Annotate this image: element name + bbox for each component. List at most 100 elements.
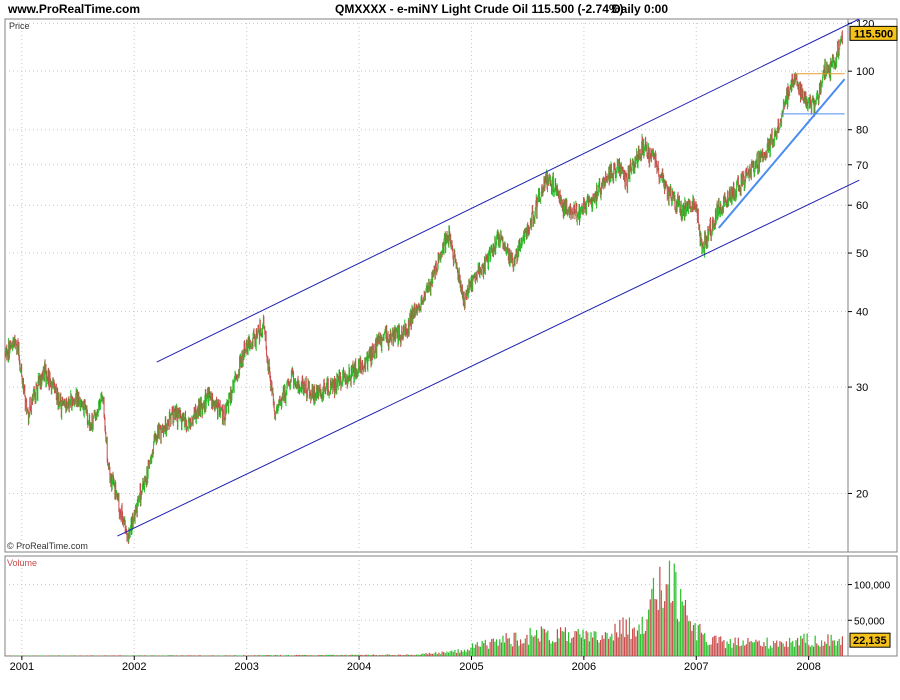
- volume-bar: [438, 652, 440, 656]
- volume-bar: [260, 655, 262, 656]
- volume-bar: [561, 630, 563, 656]
- volume-bar: [788, 637, 791, 656]
- volume-bar: [258, 655, 261, 656]
- volume-bar: [351, 654, 354, 656]
- volume-bar: [577, 628, 579, 656]
- volume-bar: [371, 654, 373, 656]
- volume-bar: [769, 645, 771, 656]
- volume-bar: [274, 654, 277, 656]
- volume-bar: [822, 645, 824, 656]
- volume-bar: [395, 655, 397, 656]
- volume-bar: [270, 655, 272, 656]
- volume-bar: [409, 655, 411, 656]
- volume-bar: [150, 655, 152, 656]
- volume-bar: [747, 637, 749, 656]
- volume-bar: [532, 636, 534, 656]
- volume-bar: [760, 645, 762, 656]
- volume-bar: [806, 633, 808, 656]
- volume-bar: [684, 599, 687, 656]
- volume-bar: [518, 645, 520, 656]
- volume-bar: [225, 655, 227, 656]
- volume-bar: [126, 655, 128, 656]
- volume-bar: [337, 654, 339, 656]
- volume-bar: [740, 645, 743, 656]
- volume-bar: [792, 640, 794, 656]
- volume-bar: [704, 633, 706, 656]
- volume-bar: [468, 650, 470, 656]
- volume-bar: [675, 571, 677, 656]
- volume-bar: [302, 654, 304, 656]
- volume-bar: [694, 623, 696, 656]
- volume-bar: [732, 643, 735, 656]
- volume-bar: [729, 638, 731, 656]
- volume-bar: [369, 655, 371, 656]
- volume-bar: [499, 639, 501, 656]
- volume-bar: [535, 630, 538, 656]
- price-panel[interactable]: 20304050607080100120Price© ProRealTime.c…: [4, 18, 898, 553]
- volume-bar: [457, 649, 459, 656]
- volume-bar: [795, 640, 797, 656]
- x-tick-label: 2007: [684, 661, 708, 673]
- volume-bar: [103, 655, 105, 656]
- volume-bar: [233, 655, 235, 656]
- volume-bar: [580, 637, 582, 656]
- volume-bar: [143, 655, 145, 656]
- volume-panel[interactable]: 50,000 100,000 Volume 22,135: [4, 555, 898, 657]
- volume-bar: [777, 646, 779, 656]
- volume-bar: [441, 651, 443, 656]
- volume-bar: [686, 615, 688, 656]
- volume-bar: [836, 641, 839, 656]
- volume-bar: [627, 634, 629, 656]
- volume-bar: [431, 653, 434, 656]
- volume-bar: [234, 655, 237, 656]
- volume-bar: [175, 655, 177, 656]
- volume-bar: [334, 655, 336, 656]
- volume-bar: [787, 646, 789, 656]
- volume-bar: [550, 643, 552, 656]
- volume-bar: [502, 635, 504, 656]
- volume-bar: [718, 637, 720, 656]
- volume-bar: [742, 640, 744, 656]
- volume-bar: [628, 617, 631, 656]
- volume-bar: [254, 655, 256, 656]
- volume-bar: [419, 654, 421, 656]
- volume-bar: [167, 655, 169, 656]
- volume-bar: [534, 635, 536, 656]
- volume-bar: [659, 566, 661, 656]
- volume-bar: [313, 655, 315, 656]
- volume-bar: [134, 655, 136, 656]
- volume-bar: [257, 655, 259, 656]
- volume-bar: [622, 617, 624, 656]
- volume-bar: [307, 655, 309, 656]
- volume-bar: [287, 655, 289, 656]
- volume-bar: [803, 633, 805, 656]
- volume-bar: [724, 648, 727, 656]
- volume-bar: [720, 636, 722, 656]
- volume-bar: [380, 655, 382, 656]
- volume-bar: [656, 599, 658, 656]
- volume-bar: [396, 655, 398, 656]
- volume-bar: [708, 644, 711, 656]
- chart-canvas[interactable]: 20304050607080100120Price© ProRealTime.c…: [0, 0, 900, 700]
- volume-bar: [303, 654, 306, 656]
- volume-bar: [435, 651, 437, 656]
- volume-bar: [284, 655, 286, 656]
- volume-bar: [617, 637, 619, 656]
- volume-bar: [308, 655, 310, 656]
- volume-bar: [524, 638, 526, 656]
- volume-bar: [169, 655, 171, 656]
- volume-bar: [105, 655, 107, 656]
- volume-bar: [510, 644, 512, 656]
- volume-bar: [90, 655, 93, 656]
- volume-bar: [374, 655, 376, 656]
- volume-bar: [391, 655, 394, 656]
- volume-bar: [262, 655, 264, 656]
- price-y-tick-label: 100: [856, 66, 874, 78]
- volume-bar: [111, 655, 113, 656]
- volume-bar: [710, 644, 712, 656]
- volume-bar: [835, 645, 837, 656]
- copyright-label: © ProRealTime.com: [7, 541, 88, 551]
- volume-bar: [483, 643, 485, 656]
- last-volume-label: 22,135: [853, 635, 887, 647]
- last-price-label: 115.500: [854, 28, 893, 40]
